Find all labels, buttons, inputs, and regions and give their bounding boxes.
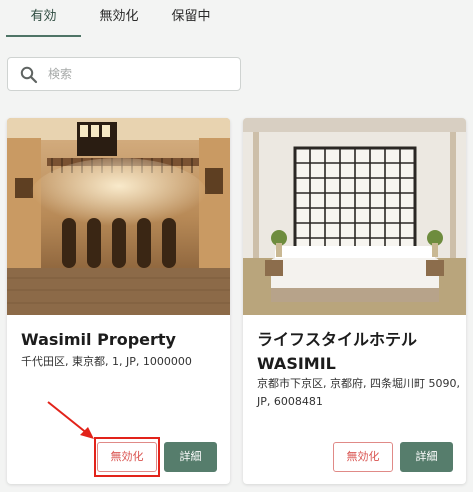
detail-button[interactable]: 詳細 (164, 442, 217, 472)
disable-button[interactable]: 無効化 (333, 442, 393, 472)
detail-button[interactable]: 詳細 (400, 442, 453, 472)
japanese-bedroom-photo (243, 118, 466, 315)
search-box[interactable] (7, 57, 241, 91)
property-address: 京都市下京区, 京都府, 四条堀川町 5090, JP, 6008481 (257, 377, 460, 408)
property-card: ライフスタイルホテル WASIMIL 京都市下京区, 京都府, 四条堀川町 50… (243, 118, 466, 484)
property-name: ライフスタイルホテル WASIMIL (257, 330, 418, 373)
tab-disabled[interactable]: 無効化 (88, 0, 150, 38)
property-address: 千代田区, 東京都, 1, JP, 1000000 (21, 355, 192, 368)
annotation-highlight-box (94, 437, 160, 477)
tab-pending[interactable]: 保留中 (160, 0, 222, 38)
hotel-lobby-photo (7, 118, 230, 315)
property-card: Wasimil Property 千代田区, 東京都, 1, JP, 10000… (7, 118, 230, 484)
annotation-arrow-icon (47, 401, 94, 439)
search-input[interactable] (48, 63, 233, 85)
status-tabs: 有効 無効化 保留中 (0, 0, 473, 40)
tab-active[interactable]: 有効 (6, 0, 81, 38)
search-icon (20, 66, 38, 84)
active-tab-indicator (6, 35, 81, 37)
property-name: Wasimil Property (21, 330, 176, 349)
